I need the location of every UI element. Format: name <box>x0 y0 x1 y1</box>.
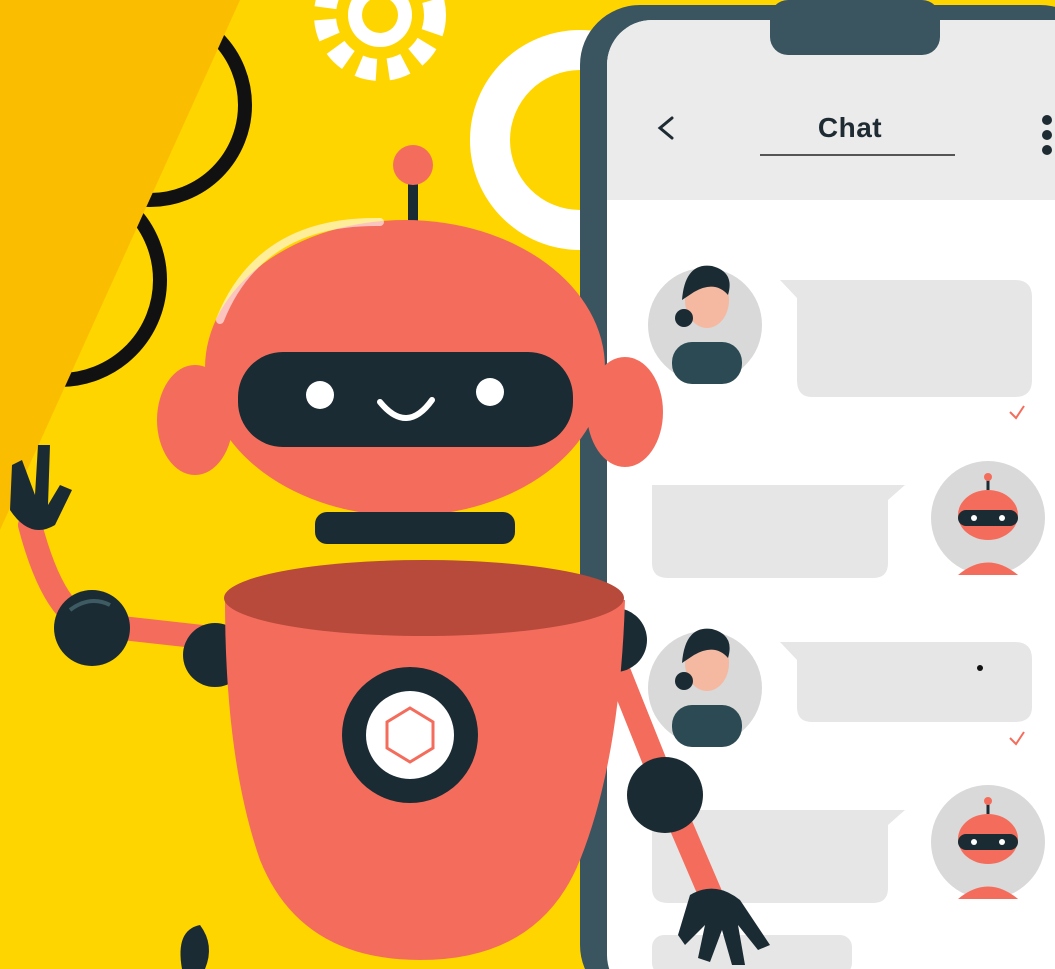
phone-notch <box>770 0 940 55</box>
more-vertical-icon[interactable] <box>1042 115 1052 155</box>
robot-visor <box>238 352 573 447</box>
chat-bubble <box>652 485 905 578</box>
chat-bubble <box>780 642 1032 722</box>
robot-eye <box>476 378 504 406</box>
page-title: Chat <box>817 112 883 143</box>
robot-eye <box>306 381 334 409</box>
chat-bubble <box>780 280 1032 397</box>
